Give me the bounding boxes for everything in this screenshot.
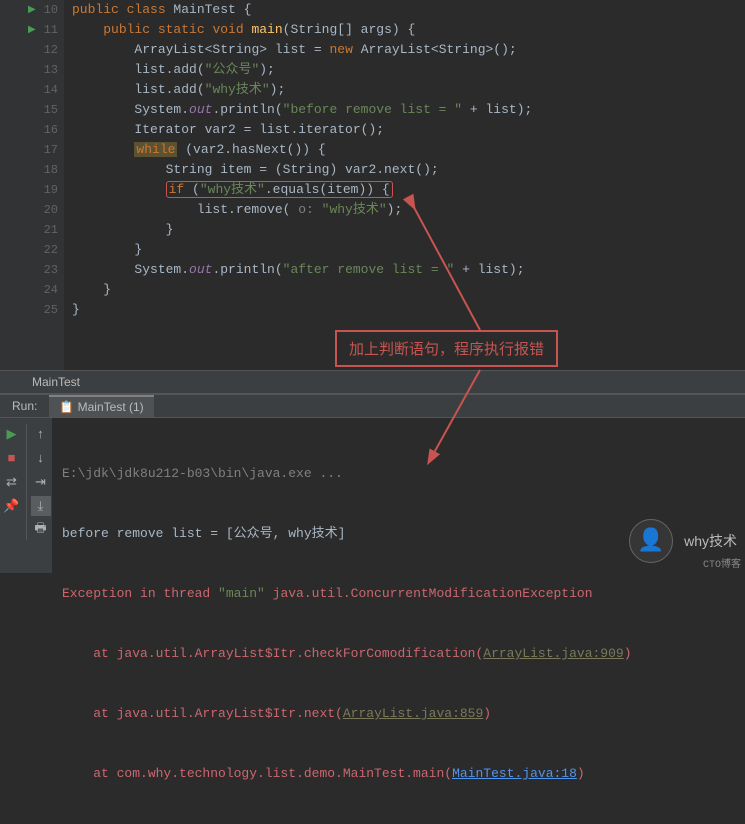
annotation-arrow-2 xyxy=(420,365,500,465)
stop-icon[interactable]: ■ xyxy=(2,448,22,468)
settings-icon[interactable]: ⇄ xyxy=(2,472,22,492)
editor-pane: ▶10 ▶11 12 13 14 15 16 17 18 19 20 21 22… xyxy=(0,0,745,370)
console-line: at com.why.technology.list.demo.MainTest… xyxy=(62,764,735,784)
gutter-line[interactable]: 17 xyxy=(0,140,64,160)
gutter-line[interactable]: 24 xyxy=(0,280,64,300)
annotation-callout: 加上判断语句，程序执行报错 xyxy=(335,330,558,367)
run-tab[interactable]: 📋 MainTest (1) xyxy=(49,395,153,417)
console-line: at java.util.ArrayList$Itr.next(ArrayLis… xyxy=(62,704,735,724)
gutter-line[interactable]: 15 xyxy=(0,100,64,120)
watermark-text: why技术 xyxy=(684,531,737,551)
console-line: E:\jdk\jdk8u212-b03\bin\java.exe ... xyxy=(62,464,735,484)
gutter-line[interactable]: 18 xyxy=(0,160,64,180)
run-toolwindow-header: Run: 📋 MainTest (1) xyxy=(0,394,745,418)
gutter-line[interactable]: 23 xyxy=(0,260,64,280)
gutter-line[interactable]: 19 xyxy=(0,180,64,200)
stack-link[interactable]: ArrayList.java:859 xyxy=(343,706,483,721)
scroll-to-end-icon[interactable]: ⤓ xyxy=(31,496,51,516)
highlight-if: if ("why技术".equals(item)) { xyxy=(166,181,393,198)
stack-link[interactable]: MainTest.java:18 xyxy=(452,766,577,781)
editor-tab[interactable]: MainTest xyxy=(32,375,80,389)
gutter-line[interactable]: 12 xyxy=(0,40,64,60)
scroll-down-icon[interactable]: ↓ xyxy=(31,448,51,468)
run-gutter-icon[interactable]: ▶ xyxy=(28,24,36,36)
gutter-line[interactable]: 21 xyxy=(0,220,64,240)
console-line: Exception in thread "main" java.util.Con… xyxy=(62,584,735,604)
annotation-arrow-1 xyxy=(400,190,530,340)
gutter-line[interactable]: ▶11 xyxy=(0,20,64,40)
gutter-line[interactable]: 13 xyxy=(0,60,64,80)
gutter-line[interactable]: 22 xyxy=(0,240,64,260)
stack-link[interactable]: ArrayList.java:909 xyxy=(483,646,623,661)
editor-tabs-bar: MainTest xyxy=(0,370,745,394)
run-label: Run: xyxy=(0,399,49,413)
gutter-line[interactable]: 14 xyxy=(0,80,64,100)
gutter-line[interactable]: ▶10 xyxy=(0,0,64,20)
console-line: at java.util.ArrayList$Itr.checkForComod… xyxy=(62,644,735,664)
print-icon[interactable]: 🖶 xyxy=(31,520,51,540)
gutter: ▶10 ▶11 12 13 14 15 16 17 18 19 20 21 22… xyxy=(0,0,64,370)
gutter-line[interactable]: 16 xyxy=(0,120,64,140)
run-icon[interactable]: ▶ xyxy=(2,424,22,444)
console-gutter: ▶ ■ ⇄ 📌 ↑ ↓ ⇥ ⤓ 🖶 xyxy=(0,418,52,573)
watermark-sub: CTO博客 xyxy=(703,555,741,571)
soft-wrap-icon[interactable]: ⇥ xyxy=(31,472,51,492)
pin-icon[interactable]: 📌 xyxy=(2,496,22,516)
gutter-line[interactable]: 25 xyxy=(0,300,64,320)
watermark-avatar: 👤 xyxy=(629,519,673,563)
run-gutter-icon[interactable]: ▶ xyxy=(28,4,36,16)
scroll-up-icon[interactable]: ↑ xyxy=(31,424,51,444)
gutter-line[interactable]: 20 xyxy=(0,200,64,220)
